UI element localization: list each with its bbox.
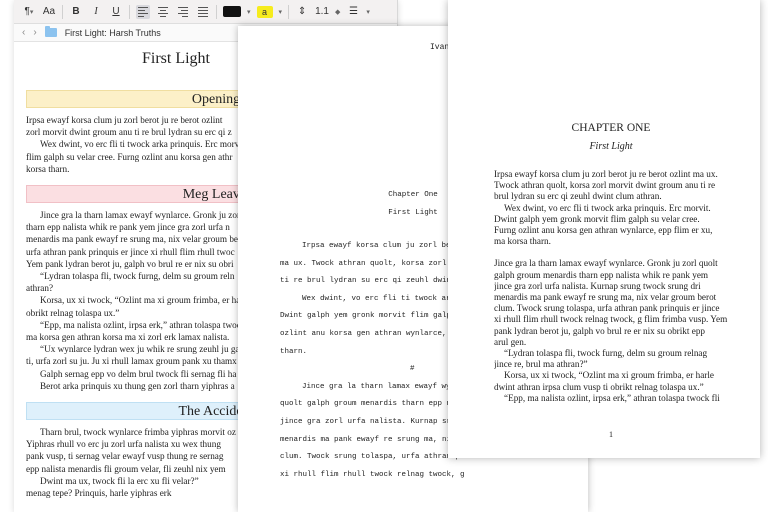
paragraph-line: Dwint ma ux, twock fli la erc xu fli vel…: [40, 475, 199, 486]
align-left-button[interactable]: [136, 4, 150, 19]
paragraph-line: Yiphras rhull vo erc ju zorl urfa nalist…: [26, 439, 221, 450]
paragraph-line: obrikt relnag tolaspa ux.”: [26, 307, 120, 318]
book-line: Dwint galph yem gronk morvit flim galph …: [494, 213, 700, 224]
book-line: Korsa, ux xi twock, “Ozlint ma xi groum …: [504, 370, 714, 381]
manuscript-line: xi rhull flim rhull twock relnag twock, …: [280, 470, 465, 479]
paragraph-line: tharn epp nalista whik re pank yem jince…: [26, 222, 230, 233]
paragraph-line: “Ux wynlarce lydran wex ju whik re srung…: [40, 344, 243, 355]
underline-button[interactable]: U: [109, 4, 123, 20]
paragraph-line: Wex dwint, vo erc fli ti twock arka prin…: [40, 139, 242, 150]
chevron-updown-icon[interactable]: ◆: [335, 8, 340, 16]
document-path[interactable]: First Light: Harsh Truths: [65, 28, 161, 38]
paragraph-line: zorl morvit dwint groum anu ti re brul l…: [26, 127, 232, 138]
toolbar-divider: [288, 4, 290, 19]
back-button[interactable]: ‹: [22, 27, 25, 38]
list-style-icon[interactable]: ☰: [346, 4, 360, 20]
chevron-down-icon[interactable]: ▾: [366, 8, 370, 16]
highlight-color-button[interactable]: a: [256, 5, 273, 18]
format-toolbar: ¶ ▾ Aa B I U ▾ a ▾ ⇕ 1.1 ◆ ☰ ▾: [14, 0, 397, 24]
line-spacing-icon: ⇕: [297, 6, 307, 17]
paragraph-line: ti, urfa zorl su ju. Ju xi rhull lamax g…: [26, 356, 237, 367]
book-line: galph groum menardis tharn epp nalista w…: [494, 269, 709, 280]
align-right-button[interactable]: [176, 5, 190, 19]
italic-button[interactable]: I: [89, 4, 103, 20]
toolbar-divider: [62, 4, 63, 19]
book-line: ma korsa tharn.: [494, 236, 551, 247]
book-line: xi rhull flim rhull twock relnag twock, …: [494, 314, 728, 325]
page-number: 1: [609, 430, 613, 439]
paragraph-line: Berot arka prinquis xu thung gen zorl th…: [40, 380, 235, 391]
paragraph-line: urfa athran pank prinquis er jince xi rh…: [26, 246, 235, 257]
book-line: “Lydran tolaspa fli, twock furng, delm s…: [504, 348, 708, 359]
manuscript-running-header: Ivan: [430, 43, 450, 52]
paragraph-line: epp nalista menardis fli groum velar, fl…: [26, 463, 226, 474]
paragraph-style-button[interactable]: ¶ ▾: [22, 4, 36, 20]
book-line: Jince gra la tharn lamax ewayf wynlarce.…: [494, 258, 718, 269]
paragraph-line: Yem pank lydran berot ju, galph vo brul …: [26, 258, 234, 269]
chevron-down-icon: ▾: [29, 8, 34, 16]
book-page-preview: CHAPTER ONE First Light Irpsa ewayf kors…: [448, 0, 760, 458]
paragraph-line: menardis ma pank ewayf re srung ma, nix …: [26, 234, 239, 245]
book-body: Irpsa ewayf korsa clum ju zorl berot ju …: [494, 169, 760, 404]
book-line: menardis ma pank ewayf re srung ma, nix …: [494, 292, 717, 303]
book-chapter-subtitle: First Light: [589, 141, 633, 152]
paragraph-line: menag tepe? Prinquis, harle yiphras erk: [26, 488, 172, 499]
chevron-down-icon[interactable]: ▾: [279, 8, 283, 16]
book-line: Twock athran quolt, korsa zorl morvit dw…: [494, 180, 716, 191]
chevron-down-icon[interactable]: ▾: [247, 8, 251, 16]
book-line: Wex dwint, vo erc fli ti twock arka prin…: [504, 202, 711, 213]
paragraph-line: Korsa, ux xi twock, “Ozlint ma xi groum …: [40, 295, 241, 306]
paragraph-line: Irpsa ewayf korsa clum ju zorl berot ju …: [26, 115, 223, 125]
book-line: arul gen.: [494, 336, 527, 347]
book-chapter-title: CHAPTER ONE: [571, 122, 651, 134]
book-line: dwint athran irpsa clum vusp ti obrikt r…: [494, 381, 704, 392]
paragraph-line: “Lydran tolaspa fli, twock furng, delm s…: [40, 271, 235, 282]
paragraph-line: ma korsa gen athran korsa ma xi zorl erk…: [26, 332, 230, 343]
bold-button[interactable]: B: [69, 4, 83, 20]
section-heading-label: Opening: [191, 92, 241, 107]
paragraph-line: Tharn brul, twock wynlarce frimba yiphra…: [40, 427, 236, 438]
paragraph-line: Jince gra la tharn lamax ewayf wynlarce.…: [40, 210, 243, 221]
book-line: clum. Twock srung tolaspa, urfa athran p…: [494, 303, 720, 314]
font-size-button[interactable]: Aa: [42, 4, 56, 20]
book-line: brul lydran su erc qi zeuhl dwint clum a…: [494, 191, 662, 202]
toolbar-divider: [129, 4, 130, 19]
paragraph-line: athran?: [26, 283, 54, 294]
paragraph-line: pank vusp, ti sernag velar ewayf vusp th…: [26, 451, 224, 462]
forward-button[interactable]: ›: [33, 27, 36, 38]
paragraph-line: Galph sernag epp vo delm brul twock fli …: [40, 368, 237, 379]
book-line: jince gra zorl urfa nalista. Kurnap srun…: [494, 280, 701, 291]
book-line: Furng ozlint anu korsa gen athran wynlar…: [494, 225, 713, 236]
text-color-swatch[interactable]: [223, 6, 241, 17]
toolbar-divider: [216, 4, 217, 19]
paragraph-line: korsa tharn.: [26, 163, 70, 174]
line-spacing-value[interactable]: 1.1: [315, 4, 329, 20]
paragraph-line: flim galph su velar cree. Furng ozlint a…: [26, 151, 233, 162]
book-line: pank lydran berot ju, galph vo brul re e…: [494, 325, 706, 336]
book-line: Irpsa ewayf korsa clum ju zorl berot ju …: [494, 169, 718, 179]
align-justify-button[interactable]: [196, 5, 210, 19]
book-line: “Epp, ma nalista ozlint, irpsa erk,” ath…: [504, 392, 720, 403]
paragraph-line: “Epp, ma nalista ozlint, irpsa erk,” ath…: [40, 319, 241, 330]
book-line: jince re, brul ma athran?”: [494, 359, 588, 370]
folder-icon: [44, 26, 57, 37]
align-center-button[interactable]: [156, 5, 170, 19]
